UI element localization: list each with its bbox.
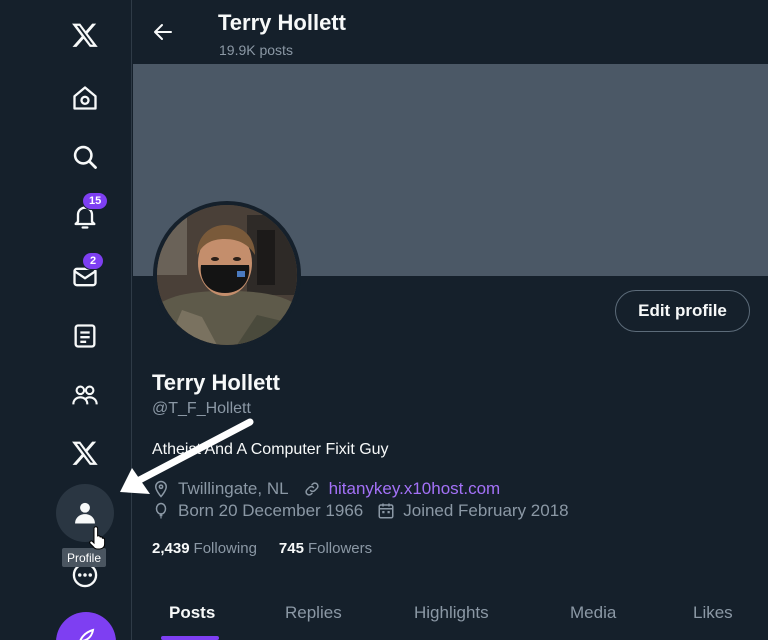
home-icon xyxy=(73,86,97,110)
profile-bio: Atheist And A Computer Fixit Guy xyxy=(152,441,389,458)
website-item: hitanykey.x10host.com xyxy=(303,479,501,499)
messages-badge: 2 xyxy=(82,252,104,270)
feather-plus-icon xyxy=(79,628,95,640)
search-icon xyxy=(73,145,97,169)
x-logo-link[interactable] xyxy=(56,6,114,64)
x-logo-icon xyxy=(72,441,98,465)
followers-count: 745 xyxy=(278,540,304,557)
avatar[interactable] xyxy=(153,201,301,349)
profile-tooltip: Profile xyxy=(62,548,107,567)
joined-text: Joined February 2018 xyxy=(403,501,569,520)
nav-home[interactable] xyxy=(56,69,114,127)
header-post-count: 19.9K posts xyxy=(219,42,293,58)
profile-meta-row-1: Twillingate, NL hitanykey.x10host.com xyxy=(152,478,514,500)
link-icon xyxy=(304,482,319,496)
joined-item: Joined February 2018 xyxy=(377,501,569,521)
active-tab-indicator xyxy=(161,636,219,640)
person-icon xyxy=(75,502,95,524)
location-pin-icon xyxy=(154,480,168,498)
tab-highlights[interactable]: Highlights xyxy=(414,585,489,640)
nav-communities[interactable] xyxy=(56,366,114,424)
tab-replies[interactable]: Replies xyxy=(285,585,342,640)
website-link[interactable]: hitanykey.x10host.com xyxy=(329,479,501,499)
tab-likes[interactable]: Likes xyxy=(693,585,733,640)
profile-tabs: Posts Replies Highlights Media Likes xyxy=(133,585,768,640)
birthday-text: Born 20 December 1966 xyxy=(178,501,364,520)
edit-profile-button[interactable]: Edit profile xyxy=(615,290,750,332)
list-icon xyxy=(74,324,96,348)
header-name: Terry Hollett xyxy=(218,10,346,35)
following-link[interactable]: 2,439 Following xyxy=(152,540,257,557)
back-arrow-icon[interactable] xyxy=(151,20,175,44)
follow-stats: 2,439 Following 745 Followers xyxy=(152,540,394,557)
location-item: Twillingate, NL xyxy=(152,479,289,499)
x-logo-icon xyxy=(72,23,98,47)
following-count: 2,439 xyxy=(152,540,190,557)
hand-cursor-icon xyxy=(89,526,106,550)
sidebar: 15 2 Profile xyxy=(0,0,132,640)
profile-handle: @T_F_Hollett xyxy=(152,400,251,417)
tab-posts[interactable]: Posts xyxy=(169,585,215,640)
birthday-item: Born 20 December 1966 xyxy=(152,501,363,521)
balloon-icon xyxy=(155,502,167,519)
profile-display-name: Terry Hollett xyxy=(152,370,280,395)
nav-premium[interactable] xyxy=(56,424,114,482)
nav-messages[interactable]: 2 xyxy=(56,248,114,306)
avatar-photo xyxy=(157,205,297,345)
followers-label: Followers xyxy=(307,540,373,557)
compose-post-button[interactable] xyxy=(56,612,116,640)
profile-main: Terry Hollett 19.9K posts Edit profile T… xyxy=(133,0,768,640)
profile-header: Terry Hollett 19.9K posts xyxy=(133,0,768,64)
people-icon xyxy=(72,385,98,405)
notifications-badge: 15 xyxy=(82,192,109,210)
tab-media[interactable]: Media xyxy=(570,585,616,640)
nav-explore[interactable] xyxy=(56,128,114,186)
profile-meta-row-2: Born 20 December 1966 Joined February 20… xyxy=(152,500,583,522)
location-text: Twillingate, NL xyxy=(178,479,289,498)
calendar-icon xyxy=(378,503,394,519)
nav-notifications[interactable]: 15 xyxy=(56,188,114,246)
following-label: Following xyxy=(193,540,257,557)
followers-link[interactable]: 745 Followers xyxy=(279,540,372,557)
nav-lists[interactable] xyxy=(56,307,114,365)
